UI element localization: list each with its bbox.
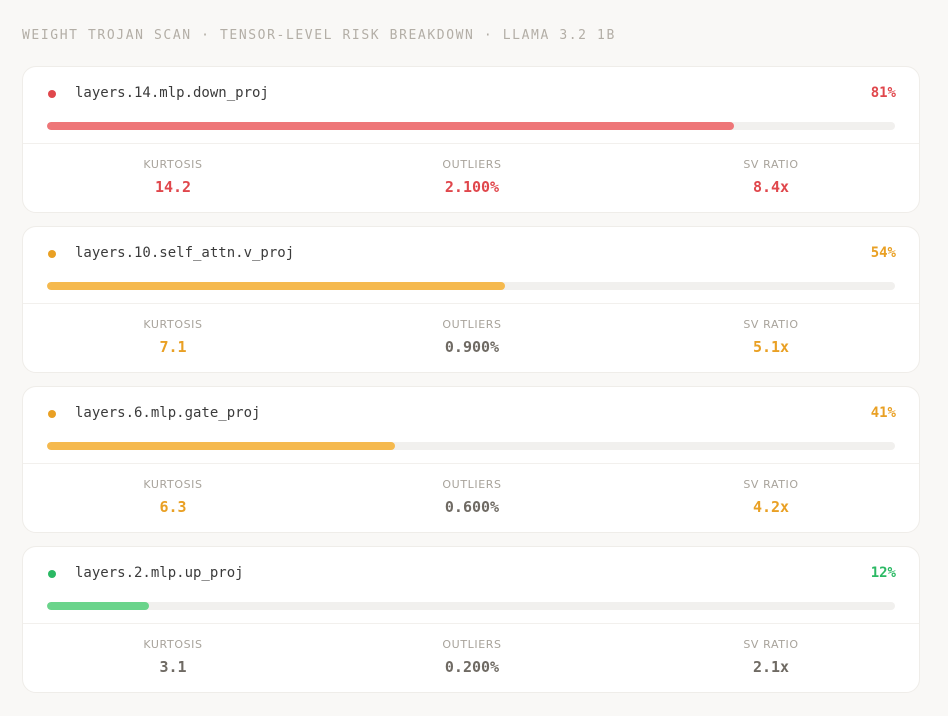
metric-kurtosis: KURTOSIS 14.2	[73, 158, 273, 196]
risk-bar-fill	[47, 122, 734, 130]
metric-label: SV RATIO	[743, 638, 799, 651]
metric-kurtosis: KURTOSIS 3.1	[73, 638, 273, 676]
risk-bar-fill	[47, 282, 505, 290]
metric-value: 7.1	[159, 338, 187, 356]
tensor-card-list: layers.14.mlp.down_proj 81% KURTOSIS 14.…	[22, 66, 920, 693]
metric-value: 14.2	[154, 178, 192, 196]
metric-value: 5.1x	[752, 338, 790, 356]
risk-bar-fill	[47, 442, 395, 450]
tensor-card[interactable]: layers.6.mlp.gate_proj 41% KURTOSIS 6.3 …	[22, 386, 920, 533]
risk-bar-track	[47, 122, 895, 130]
metric-outliers: OUTLIERS 0.600%	[372, 478, 572, 516]
risk-percent: 54%	[870, 245, 896, 261]
metric-label: OUTLIERS	[442, 638, 502, 651]
metric-kurtosis: KURTOSIS 6.3	[73, 478, 273, 516]
metric-value: 4.2x	[752, 498, 790, 516]
metric-value: 6.3	[159, 498, 187, 516]
risk-bar-track	[47, 442, 895, 450]
divider	[23, 623, 919, 624]
metric-label: SV RATIO	[743, 158, 799, 171]
tensor-card[interactable]: layers.10.self_attn.v_proj 54% KURTOSIS …	[22, 226, 920, 373]
severity-dot-icon	[48, 410, 56, 418]
metric-label: OUTLIERS	[442, 478, 502, 491]
risk-bar-fill	[47, 602, 149, 610]
divider	[23, 303, 919, 304]
risk-percent: 81%	[870, 85, 896, 101]
metric-sv-ratio: SV RATIO 5.1x	[671, 318, 871, 356]
divider	[23, 143, 919, 144]
metric-value: 0.900%	[444, 338, 500, 356]
metric-label: KURTOSIS	[143, 158, 203, 171]
metric-label: KURTOSIS	[143, 478, 203, 491]
risk-bar-track	[47, 602, 895, 610]
metric-value: 2.1x	[752, 658, 790, 676]
tensor-name: layers.10.self_attn.v_proj	[75, 245, 295, 261]
metric-outliers: OUTLIERS 0.900%	[372, 318, 572, 356]
metric-sv-ratio: SV RATIO 4.2x	[671, 478, 871, 516]
metric-label: OUTLIERS	[442, 318, 502, 331]
metric-label: SV RATIO	[743, 318, 799, 331]
severity-dot-icon	[48, 570, 56, 578]
metric-label: KURTOSIS	[143, 318, 203, 331]
severity-dot-icon	[48, 250, 56, 258]
divider	[23, 463, 919, 464]
metric-label: KURTOSIS	[143, 638, 203, 651]
metric-kurtosis: KURTOSIS 7.1	[73, 318, 273, 356]
metric-sv-ratio: SV RATIO 8.4x	[671, 158, 871, 196]
metric-value: 0.200%	[444, 658, 500, 676]
metric-value: 0.600%	[444, 498, 500, 516]
metric-label: SV RATIO	[743, 478, 799, 491]
metric-value: 8.4x	[752, 178, 790, 196]
metric-sv-ratio: SV RATIO 2.1x	[671, 638, 871, 676]
metric-value: 2.100%	[444, 178, 500, 196]
page-title: WEIGHT TROJAN SCAN · TENSOR-LEVEL RISK B…	[22, 28, 616, 43]
metric-outliers: OUTLIERS 0.200%	[372, 638, 572, 676]
risk-percent: 41%	[870, 405, 896, 421]
metric-value: 3.1	[159, 658, 187, 676]
risk-percent: 12%	[870, 565, 896, 581]
metric-outliers: OUTLIERS 2.100%	[372, 158, 572, 196]
tensor-card[interactable]: layers.2.mlp.up_proj 12% KURTOSIS 3.1 OU…	[22, 546, 920, 693]
tensor-card[interactable]: layers.14.mlp.down_proj 81% KURTOSIS 14.…	[22, 66, 920, 213]
tensor-name: layers.6.mlp.gate_proj	[75, 405, 261, 421]
tensor-name: layers.2.mlp.up_proj	[75, 565, 244, 581]
risk-bar-track	[47, 282, 895, 290]
metric-label: OUTLIERS	[442, 158, 502, 171]
tensor-name: layers.14.mlp.down_proj	[75, 85, 269, 101]
severity-dot-icon	[48, 90, 56, 98]
